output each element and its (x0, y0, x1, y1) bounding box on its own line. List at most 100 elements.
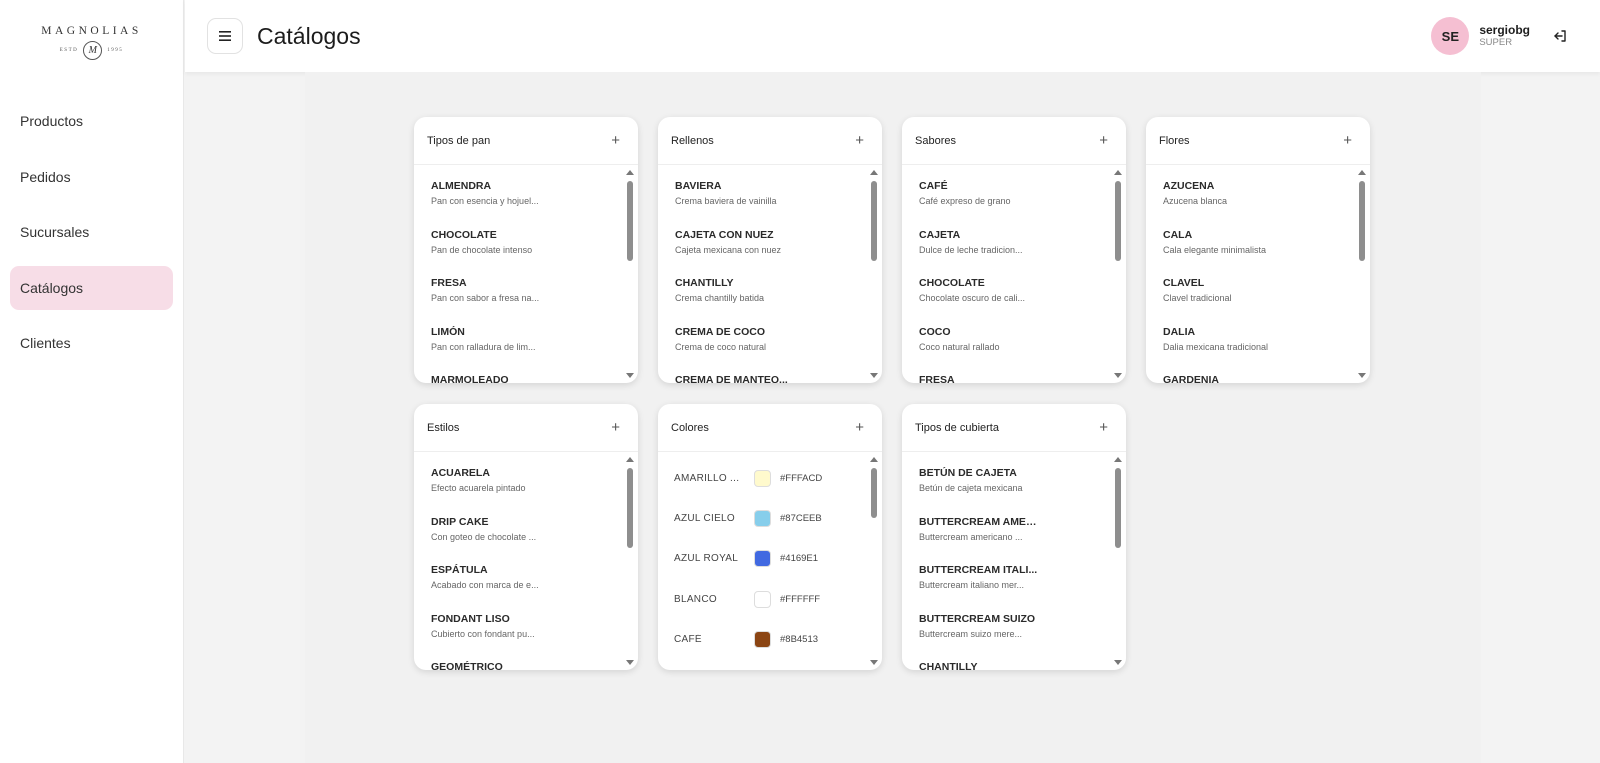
scroll-up-arrow-icon[interactable] (870, 170, 878, 175)
scrollbar[interactable] (869, 452, 879, 670)
scrollbar-thumb[interactable] (1115, 181, 1121, 261)
color-list-item[interactable]: AMARILLO ... #FFFACD (674, 458, 862, 498)
item-name: CREMA DE MANTEQ... (675, 374, 788, 383)
catalog-list: ALMENDRA Pan con esencia y hojuel... CHOC… (414, 165, 638, 383)
scrollbar-thumb[interactable] (627, 181, 633, 261)
scrollbar-thumb[interactable] (871, 468, 877, 518)
scroll-up-arrow-icon[interactable] (626, 457, 634, 462)
list-item[interactable]: FONDANT LISO Cubierto con fondant pu... (431, 613, 618, 662)
item-name: FONDANT LISO (431, 612, 510, 625)
menu-toggle-button[interactable] (207, 18, 243, 54)
list-item[interactable]: DRIP CAKE Con goteo de chocolate ... (431, 516, 618, 565)
scrollbar-thumb[interactable] (871, 181, 877, 261)
scroll-up-arrow-icon[interactable] (626, 170, 634, 175)
item-name: DALIA (1163, 325, 1196, 338)
item-description: Crema baviera de vainilla (675, 196, 777, 206)
scroll-up-arrow-icon[interactable] (1358, 170, 1366, 175)
catalog-list: BETÚN DE CAJETA Betún de cajeta mexicana … (902, 452, 1126, 670)
sidebar-item-productos[interactable]: Productos (10, 99, 173, 143)
scroll-up-arrow-icon[interactable] (1114, 170, 1122, 175)
item-name: CAJETA (919, 228, 961, 241)
list-item[interactable]: BUTTERCREAM SUIZO Buttercream suizo mere.… (919, 613, 1106, 662)
color-list-item[interactable]: BLANCO #FFFFFF (674, 579, 862, 619)
scroll-up-arrow-icon[interactable] (870, 457, 878, 462)
list-item[interactable]: GEOMÉTRICO (431, 661, 618, 670)
add-button[interactable]: + (611, 420, 620, 435)
list-item[interactable]: DALIA Dalia mexicana tradicional (1163, 326, 1350, 375)
logout-button[interactable] (1550, 26, 1570, 46)
scroll-down-arrow-icon[interactable] (1114, 373, 1122, 378)
scrollbar-thumb[interactable] (1359, 181, 1365, 261)
sidebar-item-sucursales[interactable]: Sucursales (10, 210, 173, 254)
item-name: BAVIERA (675, 180, 722, 192)
scroll-down-arrow-icon[interactable] (870, 660, 878, 665)
add-button[interactable]: + (855, 420, 864, 435)
scrollbar[interactable] (869, 165, 879, 383)
scrollbar[interactable] (1113, 165, 1123, 383)
list-item[interactable]: FRESA (919, 374, 1106, 383)
list-item[interactable]: ALMENDRA Pan con esencia y hojuel... (431, 180, 618, 229)
list-item[interactable]: ESPÁTULA Acabado con marca de e... (431, 564, 618, 613)
list-item[interactable]: BUTTERCREAM AMER... Buttercream americano… (919, 516, 1106, 565)
scroll-down-arrow-icon[interactable] (626, 373, 634, 378)
catalog-card-tipos-de-cubierta: Tipos de cubierta + BETÚN DE CAJETA Betún… (902, 404, 1126, 670)
color-list-item[interactable]: AZUL CIELO #87CEEB (674, 498, 862, 538)
scrollbar[interactable] (625, 452, 635, 670)
card-list-container: BETÚN DE CAJETA Betún de cajeta mexicana … (902, 452, 1126, 670)
list-item[interactable]: MARMOLEADO (431, 374, 618, 383)
list-item[interactable]: BUTTERCREAM ITALI... Buttercream italiano… (919, 564, 1106, 613)
list-item[interactable]: AZUCENA Azucena blanca (1163, 180, 1350, 229)
color-list-item[interactable]: CAFÉ #8B4513 (674, 619, 862, 659)
scrollbar[interactable] (625, 165, 635, 383)
sidebar-item-pedidos[interactable]: Pedidos (10, 155, 173, 199)
color-list: AMARILLO ... #FFFACD AZUL CIELO #87CEEB … (658, 452, 882, 659)
list-item[interactable]: CAJETA CON NUEZ Cajeta mexicana con nuez (675, 229, 862, 278)
list-item[interactable]: CAJETA Dulce de leche tradicion... (919, 229, 1106, 278)
list-item[interactable]: CHANTILLY Crema chantilly batida (675, 277, 862, 326)
list-item[interactable]: CHOCOLATE Pan de chocolate intenso (431, 229, 618, 278)
scroll-down-arrow-icon[interactable] (1358, 373, 1366, 378)
scrollbar[interactable] (1113, 452, 1123, 670)
item-name: GARDENIA (1163, 374, 1220, 383)
item-description: Café expreso de grano (919, 196, 1011, 206)
scrollbar-thumb[interactable] (1115, 468, 1121, 548)
catalog-card-flores: Flores + AZUCENA Azucena blanca CALA Cala … (1146, 117, 1370, 383)
list-item[interactable]: GARDENIA (1163, 374, 1350, 383)
list-item[interactable]: CALA Cala elegante minimalista (1163, 229, 1350, 278)
list-item[interactable]: CAFÉ Café expreso de grano (919, 180, 1106, 229)
list-item[interactable]: CREMA DE MANTEQ... (675, 374, 862, 383)
sidebar-item-catalogos[interactable]: Catálogos (10, 265, 173, 310)
list-item[interactable]: ACUARELA Efecto acuarela pintado (431, 467, 618, 516)
scroll-down-arrow-icon[interactable] (626, 660, 634, 665)
item-description: Azucena blanca (1163, 196, 1228, 206)
scroll-down-arrow-icon[interactable] (870, 373, 878, 378)
user-role: SUPER (1479, 36, 1513, 48)
list-item[interactable]: BAVIERA Crema baviera de vainilla (675, 180, 862, 229)
color-list-item[interactable]: AZUL ROYAL #4169E1 (674, 539, 862, 579)
scrollbar-thumb[interactable] (627, 468, 633, 548)
list-item[interactable]: CLAVEL Clavel tradicional (1163, 277, 1350, 326)
card-header: Tipos de cubierta + (902, 404, 1126, 452)
list-item[interactable]: COCO Coco natural rallado (919, 326, 1106, 375)
add-button[interactable]: + (1099, 420, 1108, 435)
scroll-down-arrow-icon[interactable] (1114, 660, 1122, 665)
avatar[interactable]: SE (1431, 17, 1470, 55)
add-button[interactable]: + (855, 133, 864, 148)
scroll-up-arrow-icon[interactable] (1114, 457, 1122, 462)
item-name: CLAVEL (1163, 277, 1205, 289)
brand-logo[interactable]: MAGNOLIAS ESTD M 1995 (0, 0, 183, 94)
add-button[interactable]: + (1099, 133, 1108, 148)
list-item[interactable]: LIMÓN Pan con ralladura de lim... (431, 326, 618, 375)
add-button[interactable]: + (611, 133, 620, 148)
item-description: Pan de chocolate intenso (431, 244, 533, 255)
list-item[interactable]: CREMA DE COCO Crema de coco natural (675, 326, 862, 375)
add-button[interactable]: + (1343, 133, 1352, 148)
list-item[interactable]: CHOCOLATE Chocolate oscuro de cali... (919, 277, 1106, 326)
scrollbar[interactable] (1357, 165, 1367, 383)
item-name: LIMÓN (431, 325, 465, 338)
list-item[interactable]: CHANTILLY (919, 661, 1106, 670)
catalog-card-estilos: Estilos + ACUARELA Efecto acuarela pintad… (414, 404, 638, 670)
list-item[interactable]: BETÚN DE CAJETA Betún de cajeta mexicana (919, 467, 1106, 516)
sidebar-item-clientes[interactable]: Clientes (10, 321, 173, 365)
list-item[interactable]: FRESA Pan con sabor a fresa na... (431, 277, 618, 326)
